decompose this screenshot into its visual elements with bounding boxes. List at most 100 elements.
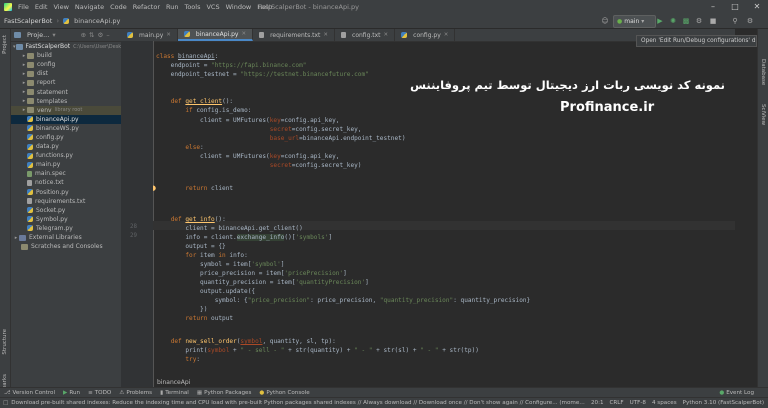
tab-binanceapi-py[interactable]: binanceApi.py ✕ bbox=[177, 29, 254, 41]
tree-file[interactable]: binanceWS.py bbox=[11, 124, 121, 133]
close-window-icon[interactable]: ✕ bbox=[746, 0, 768, 13]
close-tab-icon[interactable]: ✕ bbox=[166, 32, 171, 38]
tree-file-binanceapi[interactable]: binanceApi.py bbox=[11, 114, 121, 124]
menu-run[interactable]: Run bbox=[166, 3, 178, 11]
tree-file[interactable]: main.py bbox=[11, 160, 121, 169]
tab-main-py[interactable]: main.py ✕ bbox=[121, 29, 178, 41]
user-icon[interactable]: ☺ bbox=[600, 16, 610, 26]
tree-folder-config[interactable]: ▸ config bbox=[11, 60, 121, 69]
tree-scratches[interactable]: Scratches and Consoles bbox=[11, 242, 121, 251]
python-console-button[interactable]: ● Python Console bbox=[259, 390, 309, 396]
tree-item-label: requirements.txt bbox=[35, 197, 86, 205]
gear-icon[interactable]: ⚙ bbox=[98, 31, 104, 39]
tree-folder-templates[interactable]: ▸ templates bbox=[11, 97, 121, 106]
project-tool-button[interactable]: Project bbox=[2, 35, 8, 54]
close-tab-icon[interactable]: ✕ bbox=[241, 31, 246, 37]
tree-item-label: config.py bbox=[36, 133, 64, 141]
python-file-icon bbox=[63, 17, 70, 24]
tree-file[interactable]: notice.txt bbox=[11, 178, 121, 187]
status-message[interactable]: Download pre-built shared indexes: Reduc… bbox=[11, 400, 585, 406]
code-line: def get_client(): bbox=[170, 98, 234, 105]
python-packages-button[interactable]: ▦ Python Packages bbox=[197, 390, 252, 396]
version-control-button[interactable]: ⎇ Version Control bbox=[4, 390, 55, 396]
close-tab-icon[interactable]: ✕ bbox=[444, 32, 449, 38]
settings-icon[interactable]: ⚙ bbox=[745, 16, 755, 26]
code-line: def get_info(): bbox=[170, 216, 226, 223]
tab-requirements-txt[interactable]: requirements.txt ✕ bbox=[253, 29, 336, 41]
file-encoding[interactable]: UTF-8 bbox=[630, 400, 646, 406]
tree-file[interactable]: Symbol.py bbox=[11, 215, 121, 224]
sciview-tool-button[interactable]: SciView bbox=[760, 104, 766, 125]
tree-folder-report[interactable]: ▸ report bbox=[11, 78, 121, 87]
menu-refactor[interactable]: Refactor bbox=[133, 3, 160, 11]
line-separator[interactable]: CRLF bbox=[610, 400, 624, 406]
run-config-selector[interactable]: ● main ▾ bbox=[613, 15, 656, 28]
tree-folder-statement[interactable]: ▸ statement bbox=[11, 87, 121, 96]
tree-file[interactable]: Socket.py bbox=[11, 206, 121, 215]
lightbulb-icon[interactable]: ● bbox=[153, 184, 156, 192]
maximize-icon[interactable]: □ bbox=[724, 0, 746, 13]
coverage-icon[interactable]: ▩ bbox=[681, 16, 691, 26]
tree-folder-build[interactable]: ▸ build bbox=[11, 51, 121, 60]
line-number: 29 bbox=[130, 233, 137, 239]
hide-icon[interactable]: – bbox=[106, 31, 109, 39]
pycharm-logo-icon bbox=[4, 2, 12, 11]
menu-vcs[interactable]: VCS bbox=[206, 3, 219, 11]
tab-config-py[interactable]: config.py ✕ bbox=[395, 29, 456, 41]
python-file-icon bbox=[127, 32, 133, 38]
menu-window[interactable]: Window bbox=[226, 3, 252, 11]
terminal-button[interactable]: ▮ Terminal bbox=[160, 390, 189, 396]
project-panel-title[interactable]: Proje... bbox=[27, 31, 49, 39]
debug-icon[interactable]: ✺ bbox=[668, 16, 678, 26]
menu-navigate[interactable]: Navigate bbox=[75, 3, 104, 11]
close-tab-icon[interactable]: ✕ bbox=[384, 32, 389, 38]
python-file-icon bbox=[27, 161, 33, 168]
tree-file[interactable]: main.spec bbox=[11, 169, 121, 178]
tree-item-label: main.py bbox=[36, 161, 61, 169]
menu-file[interactable]: File bbox=[18, 3, 29, 11]
caret-position[interactable]: 20:1 bbox=[591, 400, 604, 406]
collapse-all-icon[interactable]: ⇅ bbox=[89, 31, 94, 39]
locate-icon[interactable]: ⊕ bbox=[81, 31, 86, 39]
close-tab-icon[interactable]: ✕ bbox=[323, 32, 328, 38]
tab-config-txt[interactable]: config.txt ✕ bbox=[335, 29, 396, 41]
tree-folder-dist[interactable]: ▸ dist bbox=[11, 69, 121, 78]
tree-file[interactable]: config.py bbox=[11, 133, 121, 142]
overlay-persian-caption: نمونه کد نویسی ربات ارز دیجیتال توسط تیم… bbox=[410, 78, 725, 92]
breadcrumb-project[interactable]: FastScalperBot bbox=[4, 17, 52, 25]
todo-button[interactable]: ≡ TODO bbox=[88, 390, 111, 396]
stop-icon[interactable]: ■ bbox=[708, 16, 718, 26]
python-file-icon bbox=[401, 32, 408, 38]
code-line: return client bbox=[185, 185, 234, 192]
run-tool-button[interactable]: ▶ Run bbox=[63, 390, 80, 396]
run-icon[interactable]: ▶ bbox=[655, 16, 665, 26]
menu-view[interactable]: View bbox=[53, 3, 68, 11]
indent-setting[interactable]: 4 spaces bbox=[652, 400, 677, 406]
tree-file[interactable]: Telegram.py bbox=[11, 224, 121, 233]
menu-tools[interactable]: Tools bbox=[184, 3, 200, 11]
structure-tool-button[interactable]: Structure bbox=[2, 329, 8, 355]
breadcrumb-file[interactable]: binanceApi.py bbox=[63, 17, 120, 25]
run-config-tooltip: Open 'Edit Run/Debug configurations' dia… bbox=[636, 35, 757, 47]
left-tool-strip: Project Structure Bookmarks bbox=[0, 29, 11, 405]
tree-file[interactable]: functions.py bbox=[11, 151, 121, 160]
profile-icon[interactable]: ⚙ bbox=[694, 16, 704, 26]
search-icon[interactable]: ⚲ bbox=[730, 16, 740, 26]
tree-file[interactable]: requirements.txt bbox=[11, 197, 121, 206]
tree-root[interactable]: ▾ FastScalperBot C:\Users\User\Desktop bbox=[11, 42, 129, 51]
code-line: quantity_precision = item['quantityPreci… bbox=[156, 279, 369, 286]
tree-folder-venv[interactable]: ▸ venv library root bbox=[11, 105, 121, 115]
event-log-button[interactable]: ● Event Log bbox=[719, 390, 754, 396]
menu-edit[interactable]: Edit bbox=[35, 3, 48, 11]
python-interpreter[interactable]: Python 3.10 (FastScalperBot) bbox=[683, 400, 764, 406]
tree-external-libraries[interactable]: ▸ External Libraries bbox=[11, 233, 121, 242]
minimize-icon[interactable]: – bbox=[702, 0, 724, 13]
code-breadcrumb[interactable]: binanceApi bbox=[157, 379, 190, 386]
tree-file[interactable]: Position.py bbox=[11, 188, 121, 197]
code-editor[interactable]: class binanceApi: endpoint = "https://fa… bbox=[153, 41, 735, 387]
problems-button[interactable]: ⚠ Problems bbox=[119, 390, 152, 396]
menu-code[interactable]: Code bbox=[110, 3, 127, 11]
database-tool-button[interactable]: Database bbox=[760, 59, 766, 85]
tree-file[interactable]: data.py bbox=[11, 142, 121, 151]
tree-item-label: main.spec bbox=[35, 170, 66, 178]
